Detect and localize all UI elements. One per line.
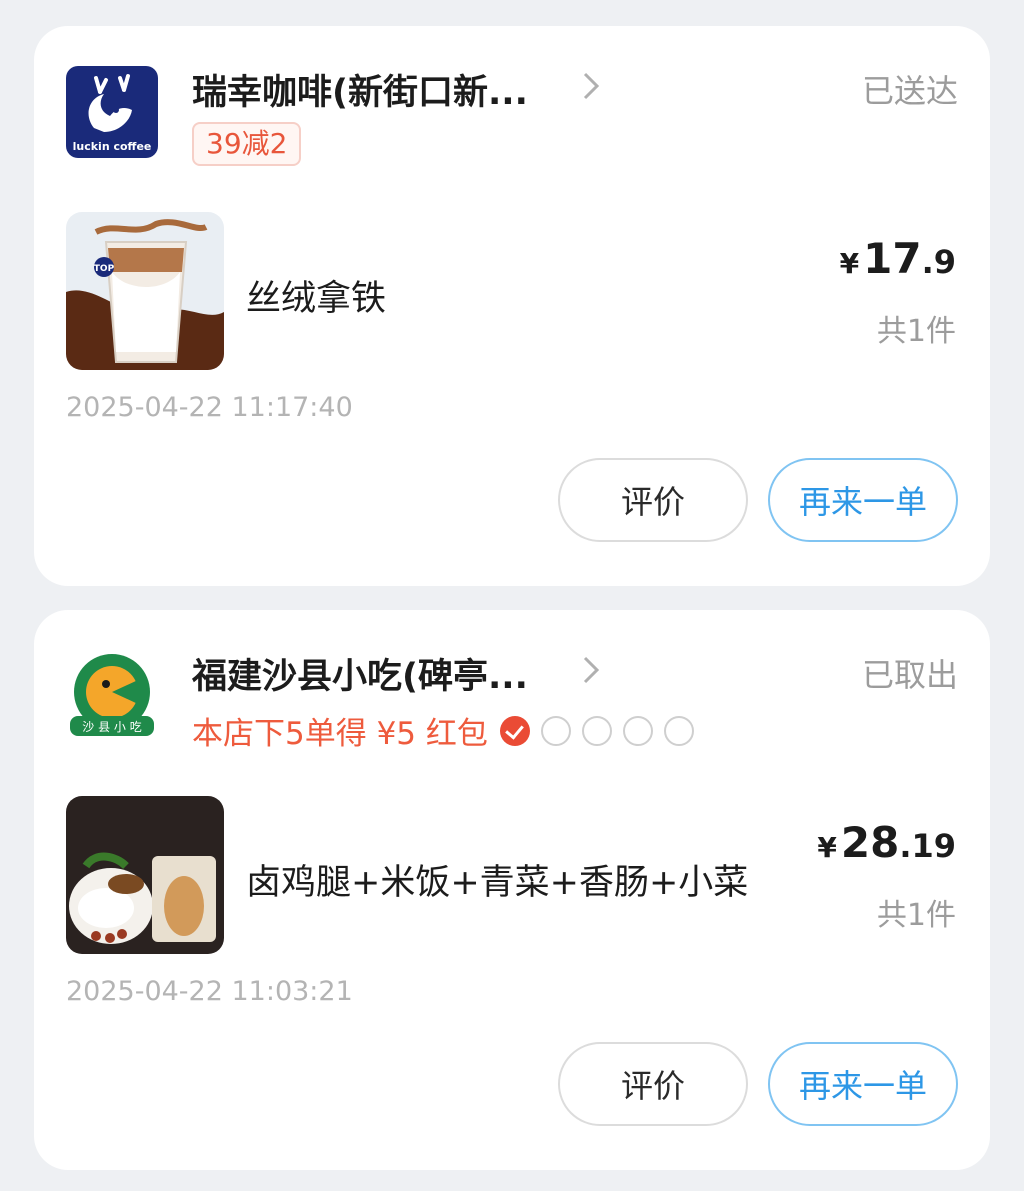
item-name: 卤鸡腿+米饭+青菜+香肠+小菜	[246, 863, 749, 903]
progress-dot	[622, 715, 653, 746]
price-decimal: .19	[899, 827, 956, 865]
svg-text:TOP: TOP	[94, 264, 115, 274]
item-image-latte[interactable]: TOP	[66, 212, 224, 370]
order-card[interactable]: luckin coffee 瑞幸咖啡(新街口新... 已送达 39减2 TOP …	[34, 26, 990, 586]
check-icon	[499, 715, 530, 746]
order-time: 2025-04-22 11:03:21	[66, 976, 353, 1007]
progress-dot	[581, 715, 612, 746]
promo-tag: 39减2	[192, 122, 302, 166]
chevron-right-icon[interactable]	[579, 68, 603, 104]
price-currency: ¥	[839, 247, 860, 280]
logo-text: luckin coffee	[73, 140, 152, 153]
price-integer: 28	[840, 818, 900, 867]
price-currency: ¥	[817, 831, 837, 864]
order-card[interactable]: 沙 县 小 吃 福建沙县小吃(碑亭... 已取出 本店下5单得 ¥5 红包 卤鸡…	[34, 610, 990, 1170]
shaxian-logo[interactable]: 沙 县 小 吃	[66, 650, 158, 742]
price-decimal: .9	[921, 243, 956, 281]
order-status: 已送达	[861, 72, 958, 110]
promo-text: 本店下5单得 ¥5 红包	[192, 716, 488, 752]
shop-name[interactable]: 福建沙县小吃(碑亭...	[192, 648, 528, 699]
price: ¥17.9	[840, 234, 956, 283]
shop-name[interactable]: 瑞幸咖啡(新街口新...	[192, 64, 528, 115]
item-name: 丝绒拿铁	[246, 279, 387, 319]
item-count: 共1件	[876, 898, 956, 933]
chevron-right-icon[interactable]	[579, 652, 603, 688]
promo-progress: 本店下5单得 ¥5 红包	[192, 708, 705, 753]
progress-dots	[499, 715, 705, 746]
review-button[interactable]: 评价	[558, 458, 748, 542]
order-time: 2025-04-22 11:17:40	[66, 392, 353, 423]
reorder-button[interactable]: 再来一单	[768, 1042, 958, 1126]
review-button[interactable]: 评价	[558, 1042, 748, 1126]
svg-text:沙 县 小 吃: 沙 县 小 吃	[82, 720, 141, 734]
price-integer: 17	[863, 234, 922, 283]
luckin-logo[interactable]: luckin coffee	[66, 66, 158, 158]
item-count: 共1件	[876, 314, 956, 349]
price: ¥28.19	[817, 818, 956, 867]
item-image-meal[interactable]	[66, 796, 224, 954]
order-status: 已取出	[861, 656, 958, 694]
reorder-button[interactable]: 再来一单	[768, 458, 958, 542]
progress-dot	[663, 715, 694, 746]
progress-dot	[540, 715, 571, 746]
